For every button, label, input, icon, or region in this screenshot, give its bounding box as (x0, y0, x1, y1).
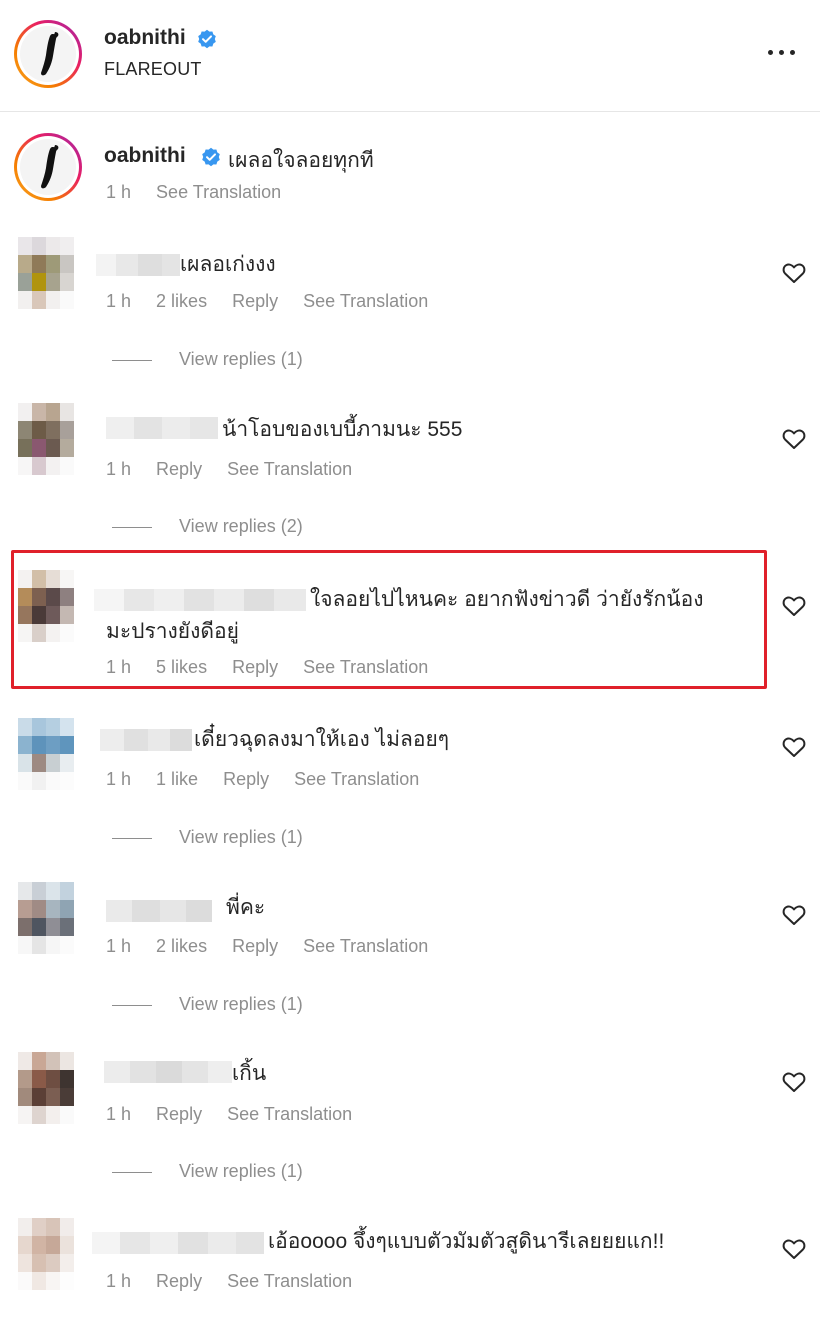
reply-button[interactable]: Reply (156, 1271, 202, 1291)
profile-avatar[interactable] (14, 20, 82, 88)
comment-text: เอ้อoooo จึ้งๆแบบตัวมัมตัวสูดินารีเลยยยแ… (268, 1230, 665, 1253)
avatar[interactable] (18, 882, 74, 956)
see-translation-link[interactable]: See Translation (303, 291, 428, 311)
verified-badge-icon (198, 29, 216, 49)
caption-text: เผลอใจลอยทุกที (228, 149, 374, 172)
comment-meta: 1 h 1 like Reply See Translation (106, 769, 439, 790)
likes-count[interactable]: 2 likes (156, 936, 207, 956)
more-options-icon[interactable] (766, 40, 798, 64)
comment-meta: 1 h 2 likes Reply See Translation (106, 936, 448, 957)
see-translation-link[interactable]: See Translation (303, 936, 428, 956)
avatar-silhouette-icon (41, 145, 59, 189)
comment-meta: 1 h Reply See Translation (106, 1104, 372, 1125)
see-translation-link[interactable]: See Translation (227, 459, 352, 479)
view-replies-label[interactable]: View replies (2) (179, 516, 303, 537)
divider-line (112, 1172, 152, 1173)
comment-meta: 1 h Reply See Translation (106, 459, 372, 480)
reply-button[interactable]: Reply (156, 1104, 202, 1124)
avatar[interactable] (18, 403, 74, 477)
blurred-username[interactable] (96, 254, 180, 276)
caption-avatar[interactable] (14, 133, 82, 201)
divider-line (112, 527, 152, 528)
heart-icon[interactable] (782, 904, 806, 926)
divider-line (112, 838, 152, 839)
heart-icon[interactable] (782, 1238, 806, 1260)
reply-button[interactable]: Reply (232, 291, 278, 311)
blurred-username[interactable] (100, 729, 192, 751)
reply-button[interactable]: Reply (156, 459, 202, 479)
heart-icon[interactable] (782, 1071, 806, 1093)
avatar[interactable] (18, 718, 74, 792)
view-replies-button[interactable]: View replies (1) (112, 1161, 352, 1185)
blurred-username[interactable] (106, 900, 212, 922)
heart-icon[interactable] (782, 736, 806, 758)
view-replies-button[interactable]: View replies (2) (112, 516, 352, 540)
post-location[interactable]: FLAREOUT (104, 59, 202, 80)
see-translation-link[interactable]: See Translation (294, 769, 419, 789)
divider-line (112, 1005, 152, 1006)
comment-time: 1 h (106, 291, 132, 311)
view-replies-button[interactable]: View replies (1) (112, 994, 352, 1018)
post-header: oabnithi FLAREOUT (0, 0, 820, 112)
avatar[interactable] (18, 1052, 74, 1126)
comment-time: 1 h (106, 769, 132, 789)
blurred-username[interactable] (106, 417, 218, 439)
comment-time: 1 h (106, 182, 132, 202)
comment-text: เผลอเก่งงง (180, 253, 276, 276)
blurred-username[interactable] (104, 1061, 232, 1083)
comment-text: พี่คะ (226, 896, 266, 919)
comment-time: 1 h (106, 936, 132, 956)
highlight-box (11, 550, 767, 689)
verified-badge-icon (202, 147, 220, 167)
view-replies-button[interactable]: View replies (1) (112, 349, 352, 373)
heart-icon[interactable] (782, 595, 806, 617)
comment-meta: 1 h Reply See Translation (106, 1271, 372, 1292)
comment-time: 1 h (106, 459, 132, 479)
view-replies-button[interactable]: View replies (1) (112, 827, 352, 851)
comment-text: เกิ้น (232, 1062, 267, 1085)
comment-text: น้าโอบของเบบี้ภามนะ 555 (222, 418, 463, 441)
view-replies-label[interactable]: View replies (1) (179, 1161, 303, 1182)
view-replies-label[interactable]: View replies (1) (179, 827, 303, 848)
view-replies-label[interactable]: View replies (1) (179, 349, 303, 370)
comment-text: เดี๋ยวฉุดลงมาให้เอง ไม่ลอยๆ (194, 728, 450, 751)
comment-time: 1 h (106, 1271, 132, 1291)
post-username[interactable]: oabnithi (104, 26, 186, 50)
avatar[interactable] (18, 1218, 74, 1292)
comment-meta: 1 h 2 likes Reply See Translation (106, 291, 448, 312)
see-translation-link[interactable]: See Translation (156, 182, 281, 202)
reply-button[interactable]: Reply (232, 936, 278, 956)
divider-line (112, 360, 152, 361)
likes-count[interactable]: 1 like (156, 769, 198, 789)
see-translation-link[interactable]: See Translation (227, 1271, 352, 1291)
see-translation-link[interactable]: See Translation (227, 1104, 352, 1124)
avatar[interactable] (18, 237, 74, 311)
caption-meta: 1 h See Translation (106, 182, 301, 203)
heart-icon[interactable] (782, 262, 806, 284)
caption-username[interactable]: oabnithi (104, 144, 186, 168)
reply-button[interactable]: Reply (223, 769, 269, 789)
comment-time: 1 h (106, 1104, 132, 1124)
blurred-username[interactable] (92, 1232, 264, 1254)
view-replies-label[interactable]: View replies (1) (179, 994, 303, 1015)
avatar-silhouette-icon (41, 32, 59, 76)
heart-icon[interactable] (782, 428, 806, 450)
likes-count[interactable]: 2 likes (156, 291, 207, 311)
